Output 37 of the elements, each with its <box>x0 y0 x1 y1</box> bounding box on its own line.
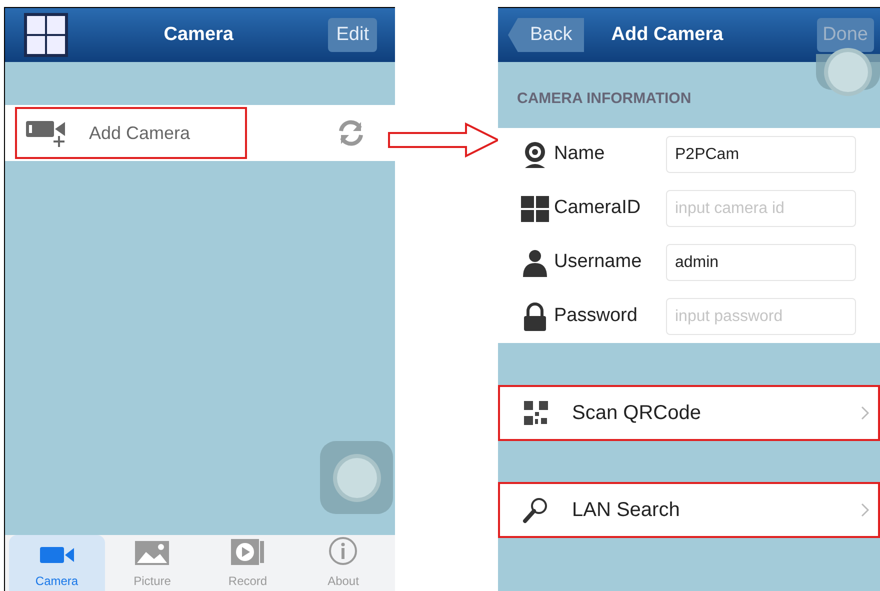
add-camera-label: Add Camera <box>89 122 190 144</box>
screen-title: Add Camera <box>611 22 724 47</box>
qr-code-icon <box>523 400 549 426</box>
field-label: CameraID <box>554 196 642 220</box>
section-header: CAMERA INFORMATION <box>516 89 692 109</box>
grid-icon <box>520 194 550 224</box>
field-label: Username <box>554 250 643 274</box>
play-icon <box>230 538 266 566</box>
info-icon <box>328 536 358 566</box>
back-button[interactable]: Back <box>508 18 584 52</box>
video-camera-icon <box>38 544 75 566</box>
chevron-right-icon <box>860 405 870 421</box>
input-field[interactable]: admin <box>666 244 856 281</box>
field-label: Name <box>554 142 606 166</box>
edit-button[interactable]: Edit <box>328 18 377 52</box>
input-field[interactable]: input password <box>666 298 856 335</box>
floating-touch-button[interactable] <box>320 441 393 514</box>
action-label: LAN Search <box>572 498 680 523</box>
list-row[interactable]: Scan QRCode <box>498 385 880 441</box>
list-row[interactable]: LAN Search <box>498 482 880 538</box>
field-label: Password <box>554 304 638 328</box>
user-icon <box>520 248 550 278</box>
list-row[interactable]: Add Camera <box>5 105 395 161</box>
screen-title: Camera <box>164 22 234 47</box>
tab[interactable]: Camera <box>9 535 104 591</box>
refresh-icon[interactable] <box>337 119 365 147</box>
action-label: Scan QRCode <box>572 401 701 426</box>
tab[interactable]: Record <box>200 535 296 591</box>
chevron-right-icon <box>860 502 870 518</box>
done-button[interactable]: Done <box>816 18 874 52</box>
image-icon <box>134 540 170 566</box>
input-field[interactable]: P2PCam <box>666 136 856 173</box>
grid-menu-icon[interactable] <box>23 12 69 58</box>
input-field[interactable]: input camera id <box>666 190 856 227</box>
tab[interactable]: Picture <box>104 535 200 591</box>
tab[interactable]: About <box>296 535 391 591</box>
search-icon <box>522 496 550 524</box>
